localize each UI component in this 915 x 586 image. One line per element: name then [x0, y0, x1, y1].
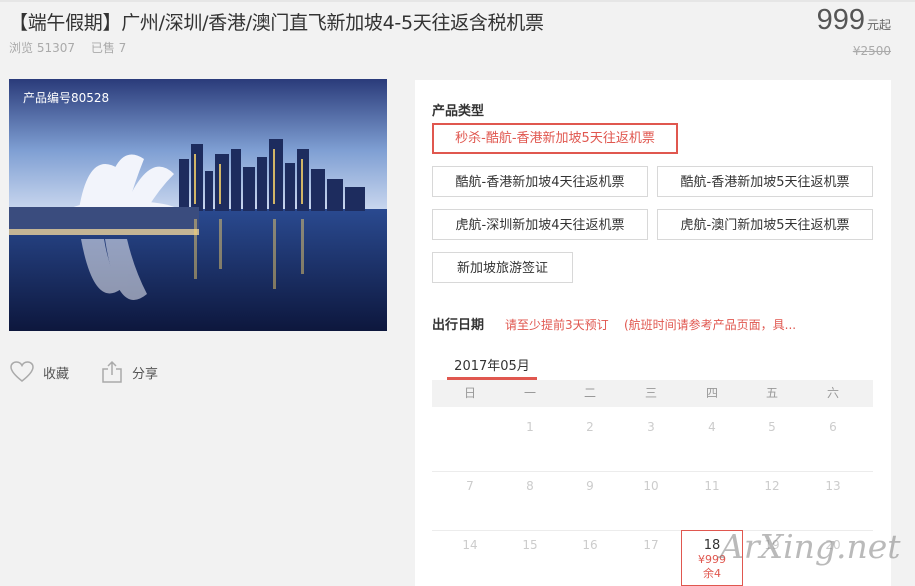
- product-option-6[interactable]: 新加坡旅游签证: [432, 252, 573, 283]
- month-tab[interactable]: 2017年05月: [447, 355, 537, 374]
- calendar-day: 1: [526, 420, 534, 434]
- calendar-day: 14: [462, 538, 478, 552]
- calendar-day: 4: [708, 420, 716, 434]
- weekday-sat: 六: [826, 386, 839, 400]
- heart-icon: [10, 361, 34, 382]
- price-block: 999 元起: [817, 4, 891, 37]
- product-option-4[interactable]: 虎航-深圳新加坡4天往返机票: [432, 209, 648, 240]
- singapore-skyline-image: [9, 79, 387, 331]
- sold-count: 已售 7: [90, 41, 127, 55]
- calendar-day: 7: [466, 479, 474, 493]
- weekday-header: 日 一 二 三 四 五 六: [432, 380, 873, 407]
- calendar-day: 11: [704, 479, 720, 493]
- calendar-day: 15: [522, 538, 538, 552]
- share-icon: [102, 360, 122, 383]
- share-label: 分享: [132, 366, 159, 382]
- weekday-mon: 一: [523, 386, 536, 400]
- booking-panel: [415, 80, 891, 586]
- price-value: 999: [816, 4, 865, 36]
- product-stats: 浏览 51307 已售 7: [9, 39, 138, 56]
- product-option-1[interactable]: 秒杀-酷航-香港新加坡5天往返机票: [432, 123, 678, 154]
- favorite-label: 收藏: [43, 366, 70, 382]
- product-photo: 产品编号80528: [9, 79, 387, 331]
- calendar-row-divider: [432, 471, 873, 472]
- booking-notice: 请至少提前3天预订: [505, 318, 609, 332]
- weekday-tue: 二: [583, 386, 596, 400]
- product-option-3[interactable]: 酷航-香港新加坡5天往返机票: [657, 166, 873, 197]
- calendar-day: 10: [643, 479, 659, 493]
- departure-date-label: 出行日期: [432, 318, 485, 333]
- price-unit: 元起: [866, 18, 891, 32]
- views-count: 浏览 51307: [9, 41, 75, 55]
- weekday-fri: 五: [765, 386, 778, 400]
- weekday-sun: 日: [463, 386, 476, 400]
- calendar-day: 9: [586, 479, 594, 493]
- calendar-day: 3: [647, 420, 655, 434]
- weekday-wed: 三: [644, 386, 657, 400]
- calendar-day: 16: [582, 538, 598, 552]
- top-border: [0, 0, 915, 2]
- favorite-button[interactable]: 收藏: [9, 360, 69, 384]
- weekday-thu: 四: [705, 386, 718, 400]
- page-title: 【端午假期】广州/深圳/香港/澳门直飞新加坡4-5天往返含税机票: [9, 12, 544, 34]
- share-button[interactable]: 分享: [100, 360, 158, 384]
- product-option-5[interactable]: 虎航-澳门新加坡5天往返机票: [657, 209, 873, 240]
- calendar-day: 8: [526, 479, 534, 493]
- calendar-day: 17: [643, 538, 659, 552]
- watermark-text: ArXing.net: [720, 527, 901, 566]
- product-code: 产品编号80528: [23, 91, 110, 105]
- flight-time-notice[interactable]: (航班时间请参考产品页面，具...: [624, 316, 796, 333]
- original-price: ¥2500: [852, 44, 891, 58]
- calendar-day: 12: [764, 479, 780, 493]
- available-day-stock: 余4: [703, 567, 721, 580]
- product-type-label: 产品类型: [432, 104, 485, 119]
- calendar-day: 2: [586, 420, 594, 434]
- calendar-day: 5: [768, 420, 776, 434]
- calendar-day: 6: [829, 420, 837, 434]
- calendar-day: 13: [825, 479, 841, 493]
- product-option-2[interactable]: 酷航-香港新加坡4天往返机票: [432, 166, 648, 197]
